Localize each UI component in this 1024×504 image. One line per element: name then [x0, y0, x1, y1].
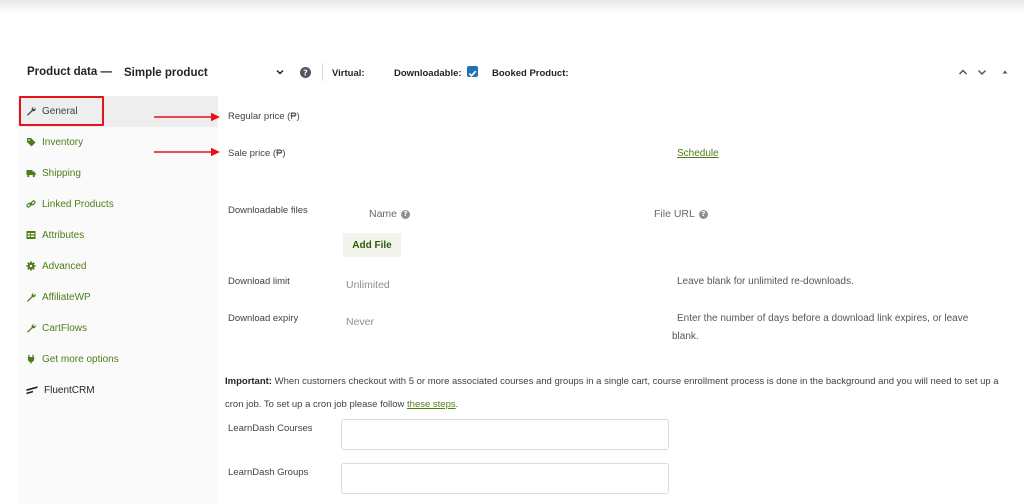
learndash-courses-select[interactable] [341, 419, 669, 450]
notice-end: . [455, 399, 459, 410]
toggle-panel-icon[interactable] [999, 66, 1011, 78]
tab-inventory[interactable]: Inventory [26, 134, 83, 150]
truck-icon [26, 170, 36, 178]
column-label: File URL [654, 208, 695, 220]
tab-attributes[interactable]: Attributes [26, 227, 84, 243]
regular-price-input[interactable] [345, 108, 665, 126]
chevron-down-icon[interactable] [274, 66, 286, 78]
svg-text:?: ? [303, 68, 308, 77]
header-divider [322, 63, 323, 81]
download-expiry-description-line-1: Enter the number of days before a downlo… [677, 313, 969, 324]
download-expiry-input[interactable] [346, 314, 646, 330]
fluentcrm-icon [26, 386, 38, 395]
wrench-icon [27, 324, 36, 333]
annotation-highlight-box [19, 96, 104, 126]
virtual-label[interactable]: Virtual: [332, 68, 365, 79]
files-column-url: File URL ? [654, 208, 708, 220]
annotation-arrow-icon [154, 147, 220, 157]
chevron-up-icon[interactable] [957, 66, 969, 78]
add-file-button[interactable]: Add File [343, 233, 401, 257]
link-icon [26, 200, 36, 208]
wrench-icon [27, 293, 36, 302]
these-steps-link[interactable]: these steps [407, 399, 456, 410]
download-expiry-description-line-2: blank. [672, 331, 699, 342]
downloadable-label[interactable]: Downloadable: [394, 68, 462, 79]
booked-product-label[interactable]: Booked Product: [492, 68, 569, 79]
schedule-link[interactable]: Schedule [677, 148, 719, 159]
product-type-select[interactable]: Simple product [124, 67, 208, 79]
tag-icon [27, 138, 36, 147]
tab-label: Get more options [42, 353, 119, 365]
tab-get-more-options[interactable]: Get more options [26, 351, 119, 367]
tab-label: FluentCRM [44, 384, 95, 396]
download-limit-label: Download limit [228, 276, 290, 287]
checkmark-icon [468, 70, 477, 77]
sale-price-input[interactable] [345, 145, 665, 163]
help-icon[interactable]: ? [698, 209, 708, 219]
learndash-groups-label: LearnDash Groups [228, 467, 309, 478]
downloadable-files-label: Downloadable files [228, 205, 308, 216]
product-data-title: Product data — [27, 66, 112, 78]
tab-linked-products[interactable]: Linked Products [26, 196, 114, 212]
tab-label: Linked Products [42, 198, 114, 210]
download-limit-input[interactable] [346, 277, 646, 293]
tab-shipping[interactable]: Shipping [26, 165, 81, 181]
tab-label: Advanced [42, 260, 87, 272]
downloadable-checkbox[interactable] [467, 66, 478, 77]
table-icon [26, 231, 36, 239]
top-shadow-bar [0, 0, 1024, 14]
tab-affiliatewp[interactable]: AffiliateWP [26, 289, 91, 305]
help-icon[interactable]: ? [300, 67, 311, 78]
tab-label: CartFlows [42, 322, 88, 334]
gear-icon [26, 261, 36, 271]
annotation-arrow-icon [154, 112, 220, 122]
tab-label: Inventory [42, 136, 84, 148]
download-limit-description: Leave blank for unlimited re-downloads. [677, 276, 854, 287]
tab-fluentcrm[interactable]: FluentCRM [26, 382, 95, 398]
column-label: Name [369, 208, 398, 220]
tab-label: Shipping [42, 167, 81, 179]
tab-label: Attributes [42, 229, 85, 241]
chevron-down-icon[interactable] [976, 66, 988, 78]
tab-advanced[interactable]: Advanced [26, 258, 86, 274]
help-icon[interactable]: ? [401, 209, 411, 219]
tab-label: AffiliateWP [42, 291, 91, 303]
regular-price-label: Regular price (₱) [228, 111, 300, 122]
cron-notice: Important: When customers checkout with … [225, 370, 1015, 416]
notice-strong: Important: [225, 376, 272, 387]
tab-cartflows[interactable]: CartFlows [26, 320, 87, 336]
learndash-courses-label: LearnDash Courses [228, 423, 313, 434]
sale-price-label: Sale price (₱) [228, 148, 286, 159]
download-expiry-label: Download expiry [228, 313, 299, 324]
plugin-icon [27, 354, 35, 364]
notice-text: When customers checkout with 5 or more a… [225, 376, 999, 410]
files-column-name: Name ? [369, 208, 411, 220]
learndash-groups-select[interactable] [341, 463, 669, 494]
